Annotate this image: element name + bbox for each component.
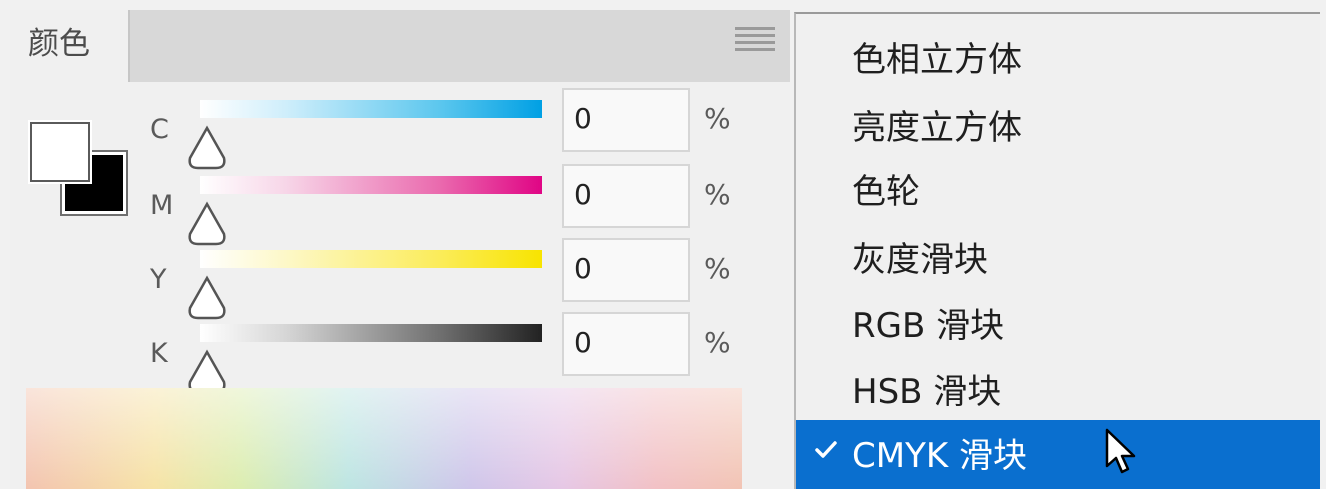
percent-label: % [704, 252, 731, 285]
slider-row-m: M 0 % [10, 164, 790, 248]
slider-row-c: C 0 % [10, 88, 790, 172]
black-value-field[interactable]: 0 [562, 312, 690, 376]
channel-label-k: K [150, 338, 168, 369]
menu-item-rgb-slider[interactable]: RGB 滑块 [796, 290, 1320, 354]
slider-thumb-icon[interactable] [184, 200, 230, 248]
menu-item-label: 色相立方体 [852, 40, 1022, 80]
menu-item-hsb-slider[interactable]: HSB 滑块 [796, 356, 1320, 420]
color-panel: 颜色 C 0 % M 0 % Y 0 % K 0 % [10, 10, 790, 489]
percent-label: % [704, 178, 731, 211]
percent-label: % [704, 102, 731, 135]
cyan-ramp[interactable] [200, 100, 542, 118]
menu-item-hue-cube[interactable]: 色相立方体 [796, 24, 1320, 88]
slider-thumb-icon[interactable] [184, 274, 230, 322]
tab-color-label: 颜色 [28, 26, 90, 62]
screen: 颜色 C 0 % M 0 % Y 0 % K 0 % 色相立方体 亮度立方体 色… [0, 0, 1326, 489]
menu-item-brightness-cube[interactable]: 亮度立方体 [796, 92, 1320, 156]
menu-item-label: HSB 滑块 [852, 372, 1002, 412]
yellow-value-field[interactable]: 0 [562, 238, 690, 302]
channel-label-y: Y [150, 264, 167, 295]
magenta-value-field[interactable]: 0 [562, 164, 690, 228]
color-spectrum-bar[interactable] [26, 388, 742, 489]
menu-item-label: RGB 滑块 [852, 306, 1005, 346]
yellow-ramp[interactable] [200, 250, 542, 268]
channel-label-m: M [150, 190, 174, 221]
tab-color[interactable]: 颜色 [10, 10, 130, 82]
menu-item-cmyk-slider[interactable]: CMYK 滑块 [796, 420, 1320, 489]
slider-row-y: Y 0 % [10, 238, 790, 322]
slider-row-k: K 0 % [10, 312, 790, 394]
menu-item-label: 灰度滑块 [852, 240, 988, 280]
menu-item-color-wheel[interactable]: 色轮 [796, 156, 1320, 220]
mouse-cursor-icon [1105, 428, 1136, 474]
checkmark-icon [815, 441, 837, 458]
channel-label-c: C [150, 114, 169, 145]
slider-thumb-icon[interactable] [184, 124, 230, 172]
panel-flyout-menu: 色相立方体 亮度立方体 色轮 灰度滑块 RGB 滑块 HSB 滑块 CMYK 滑… [794, 12, 1320, 489]
hamburger-icon[interactable] [735, 27, 775, 53]
menu-item-grayscale-slider[interactable]: 灰度滑块 [796, 224, 1320, 288]
menu-item-label: 色轮 [852, 172, 920, 212]
menu-item-label: 亮度立方体 [852, 108, 1022, 148]
menu-item-label: CMYK 滑块 [852, 436, 1027, 476]
magenta-ramp[interactable] [200, 176, 542, 194]
black-ramp[interactable] [200, 324, 542, 342]
cyan-value-field[interactable]: 0 [562, 88, 690, 152]
percent-label: % [704, 326, 731, 359]
